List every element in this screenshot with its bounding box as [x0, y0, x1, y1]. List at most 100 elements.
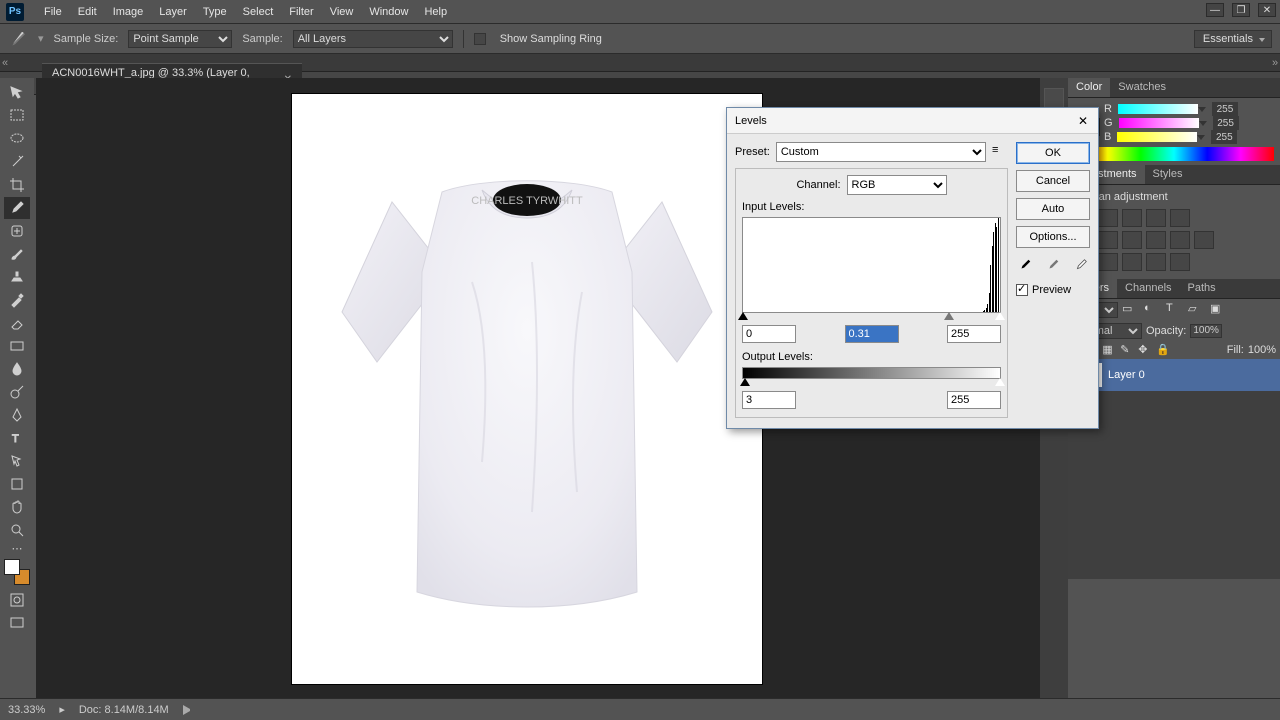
sample-size-select[interactable]: Point Sample [128, 30, 232, 48]
move-tool[interactable] [4, 82, 30, 104]
history-panel-icon[interactable] [1044, 88, 1064, 108]
foreground-background-swatch[interactable] [4, 559, 30, 585]
chevron-left-icon[interactable]: « [0, 57, 10, 69]
layer-name[interactable]: Layer 0 [1108, 369, 1145, 381]
menu-help[interactable]: Help [416, 6, 455, 18]
channelmixer-icon[interactable] [1170, 231, 1190, 249]
sample-select[interactable]: All Layers [293, 30, 453, 48]
preset-menu-icon[interactable] [992, 144, 1008, 160]
input-slider-track[interactable] [742, 313, 1001, 323]
input-gamma-slider[interactable] [944, 312, 954, 320]
filter-pixel-icon[interactable]: ▭ [1122, 302, 1140, 318]
menu-select[interactable]: Select [235, 6, 282, 18]
bw-icon[interactable] [1122, 231, 1142, 249]
posterize-icon[interactable] [1098, 253, 1118, 271]
status-play-icon[interactable] [183, 705, 193, 715]
colorbalance-icon[interactable] [1098, 231, 1118, 249]
curves-icon[interactable] [1122, 209, 1142, 227]
eyedropper-tool[interactable] [4, 197, 30, 219]
lock-paint-icon[interactable]: ✎ [1120, 343, 1134, 357]
output-black-slider[interactable] [740, 378, 750, 386]
clone-stamp-tool[interactable] [4, 266, 30, 288]
output-white-field[interactable] [947, 391, 1001, 409]
path-select-tool[interactable] [4, 450, 30, 472]
quickmask-toggle[interactable] [4, 589, 30, 611]
g-slider[interactable] [1119, 118, 1199, 128]
pen-tool[interactable] [4, 404, 30, 426]
input-gamma-field[interactable] [845, 325, 899, 343]
cancel-button[interactable]: Cancel [1016, 170, 1090, 192]
zoom-tool[interactable] [4, 519, 30, 541]
lasso-tool[interactable] [4, 128, 30, 150]
window-maximize-button[interactable]: ❐ [1232, 3, 1250, 17]
brush-tool[interactable] [4, 243, 30, 265]
history-brush-tool[interactable] [4, 289, 30, 311]
black-eyedropper-icon[interactable] [1016, 256, 1034, 274]
zoom-readout[interactable]: 33.33% [8, 704, 45, 716]
menu-filter[interactable]: Filter [281, 6, 321, 18]
menu-view[interactable]: View [322, 6, 362, 18]
tab-styles[interactable]: Styles [1145, 165, 1191, 184]
rect-marquee-tool[interactable] [4, 105, 30, 127]
hand-tool[interactable] [4, 496, 30, 518]
healing-brush-tool[interactable] [4, 220, 30, 242]
menu-type[interactable]: Type [195, 6, 235, 18]
status-menu-icon[interactable]: ▸ [59, 703, 65, 716]
eraser-tool[interactable] [4, 312, 30, 334]
tab-paths[interactable]: Paths [1180, 279, 1224, 298]
filter-smart-icon[interactable]: ▣ [1210, 302, 1228, 318]
r-value[interactable]: 255 [1212, 102, 1238, 116]
g-value[interactable]: 255 [1213, 116, 1239, 130]
gradmap-icon[interactable] [1146, 253, 1166, 271]
lock-all-icon[interactable]: 🔒 [1156, 343, 1170, 357]
input-white-slider[interactable] [995, 312, 1005, 320]
colorlookup-icon[interactable] [1194, 231, 1214, 249]
type-tool[interactable]: T [4, 427, 30, 449]
window-minimize-button[interactable]: — [1206, 3, 1224, 17]
input-white-field[interactable] [947, 325, 1001, 343]
shape-tool[interactable] [4, 473, 30, 495]
preview-checkbox[interactable] [1016, 284, 1028, 296]
window-close-button[interactable]: ✕ [1258, 3, 1276, 17]
lock-pos-icon[interactable]: ✥ [1138, 343, 1152, 357]
close-icon[interactable]: ✕ [1076, 114, 1090, 128]
foreground-color-swatch[interactable] [4, 559, 20, 575]
ok-button[interactable]: OK [1016, 142, 1090, 164]
output-black-field[interactable] [742, 391, 796, 409]
levels-titlebar[interactable]: Levels ✕ [727, 108, 1098, 134]
edit-toolbar-icon[interactable]: ⋯ [4, 542, 30, 554]
vibrance-icon[interactable] [1170, 209, 1190, 227]
blur-tool[interactable] [4, 358, 30, 380]
chevron-right-icon[interactable]: » [1270, 57, 1280, 69]
menu-edit[interactable]: Edit [70, 6, 105, 18]
lock-trans-icon[interactable]: ▦ [1102, 343, 1116, 357]
fill-value[interactable]: 100% [1248, 344, 1276, 356]
b-slider[interactable] [1117, 132, 1197, 142]
threshold-icon[interactable] [1122, 253, 1142, 271]
magic-wand-tool[interactable] [4, 151, 30, 173]
filter-type-icon[interactable]: T [1166, 302, 1184, 318]
screenmode-toggle[interactable] [4, 612, 30, 634]
r-slider[interactable] [1118, 104, 1198, 114]
menu-window[interactable]: Window [361, 6, 416, 18]
workspace-switcher[interactable]: Essentials [1194, 30, 1272, 48]
exposure-icon[interactable] [1146, 209, 1166, 227]
opacity-value[interactable]: 100% [1190, 324, 1222, 338]
preset-select[interactable]: Custom [776, 142, 986, 162]
tab-swatches[interactable]: Swatches [1110, 78, 1174, 97]
filter-shape-icon[interactable]: ▱ [1188, 302, 1206, 318]
layer-row[interactable]: Layer 0 [1068, 359, 1280, 391]
tab-color[interactable]: Color [1068, 78, 1110, 97]
tab-channels[interactable]: Channels [1117, 279, 1179, 298]
output-slider-track[interactable] [742, 379, 1001, 389]
selcolor-icon[interactable] [1170, 253, 1190, 271]
document-canvas[interactable]: CHARLES TYRWHITT [292, 94, 762, 684]
output-white-slider[interactable] [995, 378, 1005, 386]
menu-image[interactable]: Image [105, 6, 152, 18]
show-sampling-ring-checkbox[interactable] [474, 33, 486, 45]
input-black-field[interactable] [742, 325, 796, 343]
menu-layer[interactable]: Layer [151, 6, 195, 18]
color-spectrum[interactable] [1074, 147, 1274, 161]
filter-adjust-icon[interactable]: ◐ [1144, 302, 1162, 318]
input-black-slider[interactable] [738, 312, 748, 320]
